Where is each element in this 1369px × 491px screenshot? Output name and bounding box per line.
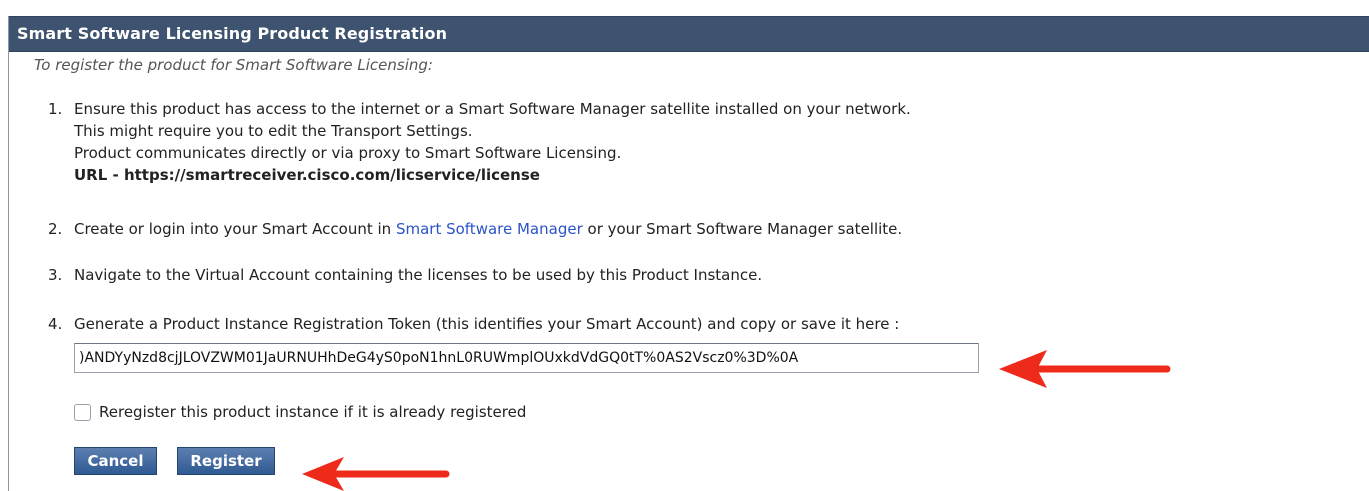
panel-header: Smart Software Licensing Product Registr… [9, 16, 1369, 52]
intro-text: To register the product for Smart Softwa… [34, 56, 433, 74]
registration-token-value: )ANDYyNzd8cjJLOVZWM01JaURNUHhDeG4yS0poN1… [79, 350, 799, 366]
step-2-text-post: or your Smart Software Manager satellite… [582, 220, 903, 238]
step-3-text: Navigate to the Virtual Account containi… [74, 266, 763, 284]
smart-software-manager-link[interactable]: Smart Software Manager [396, 220, 583, 238]
step-1-line-3: Product communicates directly or via pro… [74, 144, 622, 162]
step-4-text: Generate a Product Instance Registration… [74, 315, 900, 333]
step-1: 1. Ensure this product has access to the … [48, 98, 911, 186]
reregister-label: Reregister this product instance if it i… [99, 403, 527, 421]
step-4: 4. Generate a Product Instance Registrati… [48, 313, 899, 335]
step-1-text: Ensure this product has access to the in… [74, 100, 911, 118]
step-2: 2. Create or login into your Smart Accoun… [48, 218, 902, 240]
step-2-text-pre: Create or login into your Smart Account … [74, 220, 396, 238]
step-2-number: 2. [48, 220, 63, 238]
reregister-option: Reregister this product instance if it i… [74, 401, 526, 423]
cancel-button[interactable]: Cancel [74, 447, 157, 475]
step-4-number: 4. [48, 315, 63, 333]
step-1-line-1: 1. Ensure this product has access to the … [48, 98, 911, 120]
panel-title: Smart Software Licensing Product Registr… [17, 24, 448, 43]
step-3-number: 3. [48, 266, 63, 284]
step-1-number: 1. [48, 100, 63, 118]
step-3: 3. Navigate to the Virtual Account contai… [48, 264, 762, 286]
token-arrow-icon [999, 350, 1171, 388]
register-button[interactable]: Register [177, 447, 275, 475]
registration-token-input[interactable]: )ANDYyNzd8cjJLOVZWM01JaURNUHhDeG4yS0poN1… [74, 343, 979, 373]
step-1-line-2: This might require you to edit the Trans… [74, 122, 473, 140]
register-arrow-icon [302, 457, 450, 491]
license-url: URL - https://smartreceiver.cisco.com/li… [74, 166, 540, 184]
reregister-checkbox[interactable] [74, 403, 91, 421]
